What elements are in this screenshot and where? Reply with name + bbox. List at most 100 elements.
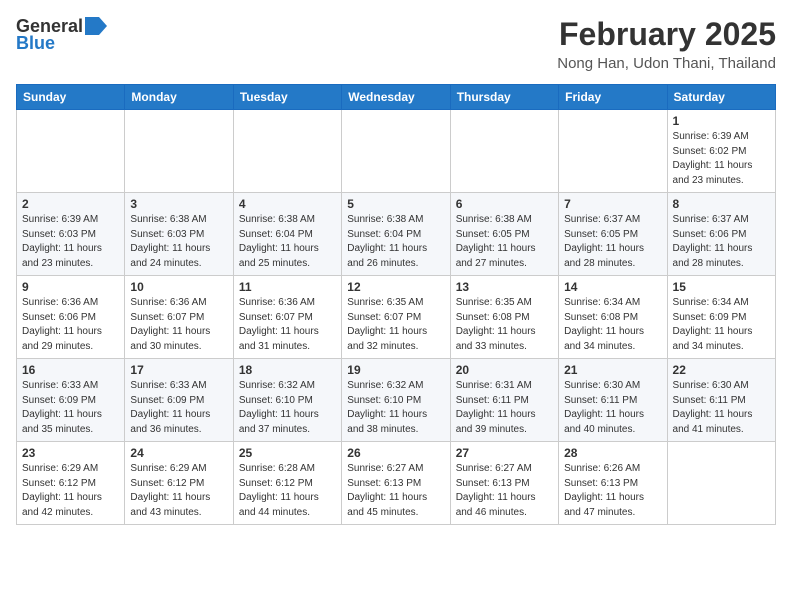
day-info: Sunrise: 6:35 AMSunset: 6:08 PMDaylight:…: [456, 296, 553, 354]
logo: General Blue: [16, 16, 107, 54]
calendar-cell: 8Sunrise: 6:37 AMSunset: 6:06 PMDaylight…: [667, 193, 775, 276]
weekday-header-row: SundayMondayTuesdayWednesdayThursdayFrid…: [17, 85, 776, 110]
day-info: Sunrise: 6:39 AMSunset: 6:03 PMDaylight:…: [22, 213, 119, 271]
day-number: 3: [130, 197, 227, 211]
calendar-cell: 21 Sunrise: 6:30 AMSunset: 6:11 PMDayligh…: [559, 359, 667, 442]
calendar-cell: 23 Sunrise: 6:29 AMSunset: 6:12 PMDayligh…: [17, 442, 125, 525]
day-info: Sunrise: 6:31 AMSunset: 6:11 PMDaylight:…: [456, 379, 553, 437]
calendar-cell: 14 Sunrise: 6:34 AMSunset: 6:08 PMDayligh…: [559, 276, 667, 359]
calendar-cell: 12 Sunrise: 6:35 AMSunset: 6:07 PMDayligh…: [342, 276, 450, 359]
calendar-cell: [233, 110, 341, 193]
calendar-cell: 24 Sunrise: 6:29 AMSunset: 6:12 PMDayligh…: [125, 442, 233, 525]
day-info: Sunrise: 6:28 AMSunset: 6:12 PMDaylight:…: [239, 462, 336, 520]
calendar-cell: 28 Sunrise: 6:26 AMSunset: 6:13 PMDayligh…: [559, 442, 667, 525]
day-info: Sunrise: 6:37 AMSunset: 6:05 PMDaylight:…: [564, 213, 661, 271]
day-number: 11: [239, 280, 336, 294]
day-number: 4: [239, 197, 336, 211]
day-number: 10: [130, 280, 227, 294]
weekday-header-friday: Friday: [559, 85, 667, 110]
calendar-cell: [342, 110, 450, 193]
calendar-cell: 2 Sunrise: 6:39 AMSunset: 6:03 PMDaylight…: [17, 193, 125, 276]
calendar-week-1: 1Sunrise: 6:39 AMSunset: 6:02 PMDaylight…: [17, 110, 776, 193]
day-info: Sunrise: 6:35 AMSunset: 6:07 PMDaylight:…: [347, 296, 444, 354]
calendar-week-5: 23 Sunrise: 6:29 AMSunset: 6:12 PMDayligh…: [17, 442, 776, 525]
day-info: Sunrise: 6:29 AMSunset: 6:12 PMDaylight:…: [130, 462, 227, 520]
calendar-cell: 15 Sunrise: 6:34 AMSunset: 6:09 PMDayligh…: [667, 276, 775, 359]
day-number: 15: [673, 280, 770, 294]
calendar-week-2: 2 Sunrise: 6:39 AMSunset: 6:03 PMDaylight…: [17, 193, 776, 276]
day-info: Sunrise: 6:26 AMSunset: 6:13 PMDaylight:…: [564, 462, 661, 520]
calendar-cell: 4 Sunrise: 6:38 AMSunset: 6:04 PMDaylight…: [233, 193, 341, 276]
weekday-header-thursday: Thursday: [450, 85, 558, 110]
day-number: 20: [456, 363, 553, 377]
day-number: 9: [22, 280, 119, 294]
calendar-cell: 11 Sunrise: 6:36 AMSunset: 6:07 PMDayligh…: [233, 276, 341, 359]
calendar-cell: [125, 110, 233, 193]
day-info: Sunrise: 6:36 AMSunset: 6:06 PMDaylight:…: [22, 296, 119, 354]
weekday-header-saturday: Saturday: [667, 85, 775, 110]
calendar-cell: 10 Sunrise: 6:36 AMSunset: 6:07 PMDayligh…: [125, 276, 233, 359]
calendar-cell: [17, 110, 125, 193]
calendar-cell: 19 Sunrise: 6:32 AMSunset: 6:10 PMDayligh…: [342, 359, 450, 442]
calendar-week-4: 16 Sunrise: 6:33 AMSunset: 6:09 PMDayligh…: [17, 359, 776, 442]
calendar-cell: [667, 442, 775, 525]
day-number: 18: [239, 363, 336, 377]
day-info: Sunrise: 6:30 AMSunset: 6:11 PMDaylight:…: [564, 379, 661, 437]
day-info: Sunrise: 6:34 AMSunset: 6:08 PMDaylight:…: [564, 296, 661, 354]
day-info: Sunrise: 6:33 AMSunset: 6:09 PMDaylight:…: [22, 379, 119, 437]
day-number: 24: [130, 446, 227, 460]
calendar-cell: 18 Sunrise: 6:32 AMSunset: 6:10 PMDayligh…: [233, 359, 341, 442]
calendar-cell: [559, 110, 667, 193]
calendar-table: SundayMondayTuesdayWednesdayThursdayFrid…: [16, 84, 776, 525]
day-number: 21: [564, 363, 661, 377]
weekday-header-tuesday: Tuesday: [233, 85, 341, 110]
day-info: Sunrise: 6:27 AMSunset: 6:13 PMDaylight:…: [347, 462, 444, 520]
calendar-cell: 6 Sunrise: 6:38 AMSunset: 6:05 PMDaylight…: [450, 193, 558, 276]
day-info: Sunrise: 6:27 AMSunset: 6:13 PMDaylight:…: [456, 462, 553, 520]
day-info: Sunrise: 6:38 AMSunset: 6:04 PMDaylight:…: [239, 213, 336, 271]
day-number: 12: [347, 280, 444, 294]
calendar-cell: 25 Sunrise: 6:28 AMSunset: 6:12 PMDayligh…: [233, 442, 341, 525]
day-number: 28: [564, 446, 661, 460]
calendar-week-3: 9 Sunrise: 6:36 AMSunset: 6:06 PMDaylight…: [17, 276, 776, 359]
day-info: Sunrise: 6:33 AMSunset: 6:09 PMDaylight:…: [130, 379, 227, 437]
day-info: Sunrise: 6:34 AMSunset: 6:09 PMDaylight:…: [673, 296, 770, 354]
day-info: Sunrise: 6:37 AMSunset: 6:06 PMDaylight:…: [673, 213, 770, 271]
logo-icon: [85, 17, 107, 35]
day-info: Sunrise: 6:32 AMSunset: 6:10 PMDaylight:…: [239, 379, 336, 437]
location-title: Nong Han, Udon Thani, Thailand: [557, 55, 776, 72]
day-number: 5: [347, 197, 444, 211]
day-info: Sunrise: 6:38 AMSunset: 6:04 PMDaylight:…: [347, 213, 444, 271]
day-number: 27: [456, 446, 553, 460]
day-info: Sunrise: 6:38 AMSunset: 6:03 PMDaylight:…: [130, 213, 227, 271]
calendar-cell: 3 Sunrise: 6:38 AMSunset: 6:03 PMDaylight…: [125, 193, 233, 276]
day-number: 2: [22, 197, 119, 211]
calendar-cell: 13 Sunrise: 6:35 AMSunset: 6:08 PMDayligh…: [450, 276, 558, 359]
weekday-header-sunday: Sunday: [17, 85, 125, 110]
calendar-cell: 27 Sunrise: 6:27 AMSunset: 6:13 PMDayligh…: [450, 442, 558, 525]
day-number: 26: [347, 446, 444, 460]
month-title: February 2025: [557, 16, 776, 53]
calendar-cell: 7 Sunrise: 6:37 AMSunset: 6:05 PMDaylight…: [559, 193, 667, 276]
day-number: 7: [564, 197, 661, 211]
calendar-cell: 9 Sunrise: 6:36 AMSunset: 6:06 PMDaylight…: [17, 276, 125, 359]
weekday-header-wednesday: Wednesday: [342, 85, 450, 110]
logo-blue-text: Blue: [16, 33, 55, 54]
day-number: 16: [22, 363, 119, 377]
day-number: 19: [347, 363, 444, 377]
day-info: Sunrise: 6:29 AMSunset: 6:12 PMDaylight:…: [22, 462, 119, 520]
calendar-cell: 1Sunrise: 6:39 AMSunset: 6:02 PMDaylight…: [667, 110, 775, 193]
day-info: Sunrise: 6:36 AMSunset: 6:07 PMDaylight:…: [239, 296, 336, 354]
day-number: 25: [239, 446, 336, 460]
day-info: Sunrise: 6:30 AMSunset: 6:11 PMDaylight:…: [673, 379, 770, 437]
day-number: 23: [22, 446, 119, 460]
day-info: Sunrise: 6:32 AMSunset: 6:10 PMDaylight:…: [347, 379, 444, 437]
day-number: 13: [456, 280, 553, 294]
day-info: Sunrise: 6:38 AMSunset: 6:05 PMDaylight:…: [456, 213, 553, 271]
day-number: 22: [673, 363, 770, 377]
day-number: 6: [456, 197, 553, 211]
weekday-header-monday: Monday: [125, 85, 233, 110]
calendar-cell: 20 Sunrise: 6:31 AMSunset: 6:11 PMDayligh…: [450, 359, 558, 442]
day-number: 14: [564, 280, 661, 294]
day-info: Sunrise: 6:36 AMSunset: 6:07 PMDaylight:…: [130, 296, 227, 354]
